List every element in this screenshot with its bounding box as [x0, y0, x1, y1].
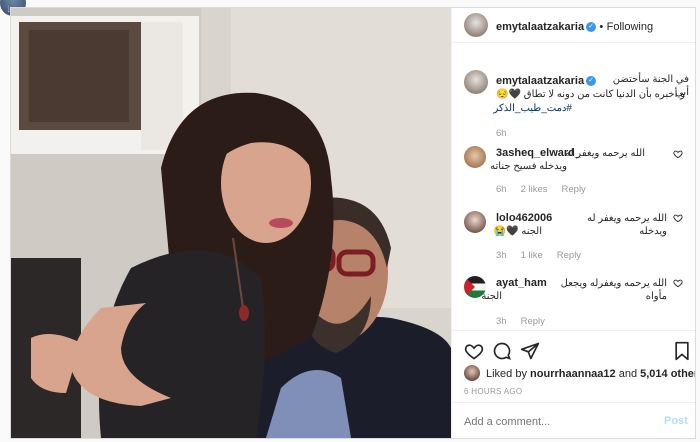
photo-illustration [11, 8, 451, 438]
post-time-ago: 6 HOURS AGO [464, 387, 523, 396]
like-comment-heart-icon[interactable] [673, 213, 683, 223]
like-comment-heart-icon[interactable] [673, 278, 683, 288]
liked-and: and [618, 368, 638, 380]
caption-hashtag[interactable]: #دمت_طيب_الذكر [472, 102, 572, 115]
author-username[interactable]: emytalaatzakaria [496, 21, 584, 33]
comment-text-2: ويدخله فسيح جناته [490, 161, 567, 172]
comment-likes[interactable]: 1 like [521, 250, 543, 261]
reply-button[interactable]: Reply [557, 250, 581, 261]
following-button[interactable]: Following [607, 21, 653, 33]
comment-meta: 3h 1 like Reply [496, 250, 595, 261]
liked-count[interactable]: 5,014 others [640, 368, 695, 380]
add-comment-bar: Post [452, 402, 695, 438]
comment-item: lolo462006 الله يرحمه ويغفر له ويدخله ال… [452, 201, 695, 263]
like-comment-heart-icon[interactable] [673, 149, 683, 159]
comment-item: 3asheq_elward_ الله يرحمه ويغفر له ويدخل… [452, 138, 695, 198]
author-avatar[interactable] [464, 13, 488, 37]
comment-time: 6h [496, 184, 507, 195]
post-card: emytalaatzakaria ✓ • Following emytalaatz… [10, 7, 696, 439]
comment-time: 3h [496, 316, 507, 327]
comment-bubble-icon[interactable] [492, 341, 512, 361]
reply-button[interactable]: Reply [562, 184, 586, 195]
caption-author-line: emytalaatzakaria ✓ [496, 73, 597, 87]
comment-meta: 6h 2 likes Reply [496, 184, 600, 195]
comment-text-2: الجنة [481, 291, 502, 302]
post-comment-button[interactable]: Post [664, 415, 688, 427]
post-photo[interactable] [11, 8, 451, 438]
post-header: emytalaatzakaria ✓ • Following [452, 8, 695, 43]
liked-prefix: Liked by [486, 368, 527, 380]
comment-text-1: الله يرحمه ويغفر له ويدخله [587, 213, 667, 237]
comment-likes[interactable]: 2 likes [521, 184, 548, 195]
comment-item: ayat_ham الله يرحمه ويغفرله ويجعل مأواه … [452, 266, 695, 328]
caption-username[interactable]: emytalaatzakaria [496, 75, 584, 87]
comment-meta: 3h Reply [496, 316, 559, 327]
comment-time: 3h [496, 250, 507, 261]
likes-line: Liked by nourrhaannaa12 and 5,014 others [464, 365, 695, 381]
header-line: emytalaatzakaria ✓ • Following [496, 19, 653, 33]
comment-username[interactable]: ayat_ham [496, 277, 547, 289]
caption-block: emytalaatzakaria ✓ في الجنة سأحتضن أبي و … [452, 42, 695, 139]
comment-username[interactable]: lolo462006 [496, 212, 552, 224]
comment-text-1: الله يرحمه ويغفرله ويجعل مأواه [560, 278, 667, 302]
share-icon[interactable] [520, 341, 540, 361]
verified-badge-icon: ✓ [586, 21, 597, 32]
verified-badge-icon: ✓ [586, 75, 597, 86]
bookmark-icon[interactable] [674, 341, 690, 361]
reply-button[interactable]: Reply [521, 316, 545, 327]
liked-user[interactable]: nourrhaannaa12 [530, 368, 616, 380]
comment-input[interactable] [462, 412, 656, 432]
comment-text-1: الله يرحمه ويغفر له [565, 148, 645, 159]
comment-text-2: الجنه 🖤😭 [493, 226, 542, 237]
liker-avatar[interactable] [464, 365, 480, 381]
header-separator: • [599, 21, 604, 33]
post-sidebar: emytalaatzakaria ✓ • Following emytalaatz… [451, 8, 695, 438]
like-heart-icon[interactable] [464, 341, 484, 361]
caption-text-2: و أخبره بأن الدنيا كانت من دونه لا تطاق … [496, 89, 685, 100]
